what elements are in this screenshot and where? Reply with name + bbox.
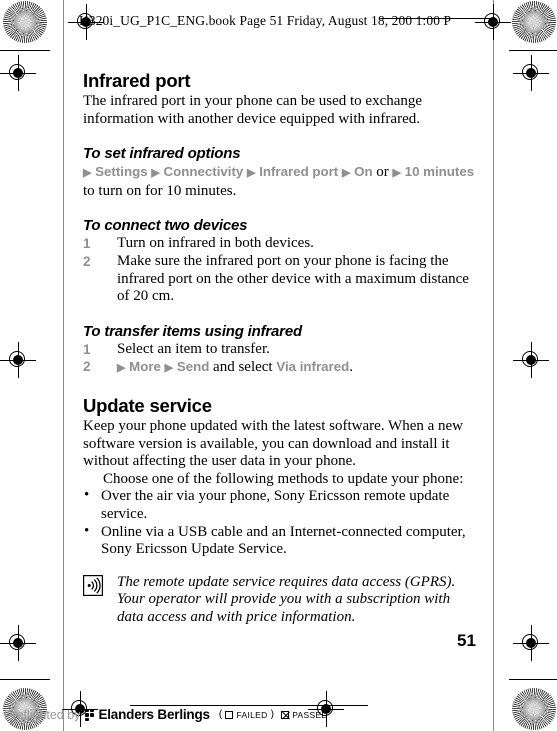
nav-arrow-icon: ▶	[247, 167, 256, 180]
failed-label: FAILED	[236, 709, 268, 720]
preflighted-by-label: Preflighted by	[4, 707, 81, 722]
method-text: Over the air via your phone, Sony Ericss…	[101, 488, 450, 522]
sentence-period: .	[349, 359, 353, 376]
preflight-footer: Preflighted by Elanders Berlings ( FAILE…	[4, 707, 328, 722]
nav-path-item-connectivity: Connectivity	[163, 164, 244, 180]
steps-list-connect-devices: 1 Turn on infrared in both devices. 2 Ma…	[83, 235, 475, 305]
nav-conjunction-or: or	[376, 164, 389, 181]
registration-mark-left-middle	[0, 342, 36, 378]
step-number: 1	[83, 236, 91, 252]
step-text: Turn on infrared in both devices.	[117, 235, 314, 252]
nav-path-item-10-minutes: 10 minutes	[404, 164, 475, 180]
step-number: 1	[83, 341, 91, 357]
nav-path-item-more: More	[129, 359, 161, 375]
nav-arrow-icon: ▶	[83, 167, 92, 180]
set-options-tail-text: to turn on for 10 minutes.	[83, 182, 237, 199]
document-slug-header: K320i_UG_P1C_ENG.book Page 51 Friday, Au…	[79, 13, 452, 28]
nav-arrow-icon: ▶	[392, 167, 401, 180]
note-callout: The remote update service requires data …	[83, 574, 475, 627]
registration-mark-left-upper	[0, 55, 36, 91]
list-item: • Online via a USB cable and an Internet…	[83, 522, 475, 559]
page-number: 51	[457, 631, 476, 650]
nav-arrow-icon: ▶	[341, 167, 351, 180]
nav-path-item-infrared-port: Infrared port	[259, 164, 339, 180]
trim-line-left-vertical	[63, 0, 64, 731]
step-number: 2	[83, 253, 91, 269]
update-intro-paragraph: Keep your phone updated with the latest …	[83, 417, 464, 470]
bullet-icon: •	[84, 487, 90, 504]
list-item: 1 Select an item to transfer.	[83, 341, 475, 359]
nav-path-transfer-items: ▶ More ▶ Send and select Via infrared.	[117, 359, 353, 376]
nav-path-set-infrared-options: ▶ Settings ▶ Connectivity ▶ Infrared por…	[83, 163, 475, 183]
update-methods-list: • Over the air via your phone, Sony Eric…	[83, 487, 475, 559]
section-heading-infrared-port: Infrared port	[83, 70, 191, 91]
trim-line-top-left	[0, 50, 50, 52]
list-item: 2 ▶ More ▶ Send and select Via infrared.	[83, 358, 475, 378]
nav-path-item-settings: Settings	[95, 164, 148, 180]
trim-line-bottom-right	[509, 679, 557, 681]
section-heading-update-service: Update service	[83, 394, 212, 416]
nav-path-item-on: On	[354, 164, 373, 180]
nav-arrow-icon: ▶	[164, 362, 174, 375]
registration-mark-top-right	[475, 4, 511, 40]
step-text: Make sure the infrared port on your phon…	[117, 252, 469, 305]
step-text: Select an item to transfer.	[117, 340, 270, 357]
nav-arrow-icon: ▶	[151, 167, 160, 180]
subheading-to-transfer-items-using-infrared: To transfer items using infrared	[83, 322, 302, 340]
nav-path-item-via-infrared: Via infrared	[276, 359, 350, 375]
trim-line-bottom-left	[0, 679, 50, 681]
subheading-to-set-infrared-options: To set infrared options	[83, 145, 241, 163]
rosette-mark-top-left	[3, 1, 47, 43]
note-text: The remote update service requires data …	[117, 573, 456, 625]
passed-checkbox	[281, 710, 290, 719]
steps-list-transfer-items: 1 Select an item to transfer. 2 ▶ More ▶…	[83, 341, 475, 378]
elanders-logo-icon	[85, 708, 94, 721]
passed-label: PASSED	[292, 709, 328, 720]
paren-open: (	[218, 709, 223, 720]
subheading-to-connect-two-devices: To connect two devices	[83, 217, 248, 235]
nav-arrow-icon: ▶	[117, 362, 126, 375]
trim-line-top-right	[509, 50, 557, 52]
registration-mark-right-middle	[513, 342, 549, 378]
rosette-mark-top-right	[512, 1, 556, 43]
step-number: 2	[83, 359, 91, 375]
list-item: • Over the air via your phone, Sony Eric…	[83, 487, 475, 523]
registration-mark-right-lower	[513, 625, 549, 661]
paren-close: )	[270, 709, 275, 720]
page-content: Infrared port The infrared port in your …	[83, 70, 475, 626]
preflight-status-group: ( FAILED ) PASSED	[219, 709, 328, 720]
trim-line-right-vertical	[493, 0, 494, 731]
infrared-intro-paragraph: The infrared port in your phone can be u…	[83, 93, 423, 127]
method-text: Online via a USB cable and an Internet-c…	[101, 523, 466, 558]
registration-mark-left-lower	[0, 625, 36, 661]
registration-mark-right-upper	[513, 55, 549, 91]
preflight-brand-name: Elanders Berlings	[98, 707, 210, 722]
update-choose-methods-text: Choose one of the following methods to u…	[103, 470, 464, 487]
failed-checkbox	[225, 710, 234, 719]
list-item: 1 Turn on infrared in both devices.	[83, 235, 475, 253]
transmission-waves-icon	[83, 574, 103, 596]
list-item: 2 Make sure the infrared port on your ph…	[83, 253, 475, 306]
nav-path-item-send: Send	[176, 359, 210, 375]
bullet-icon: •	[84, 522, 90, 539]
nav-conjunction-and-select: and select	[213, 359, 273, 376]
rosette-mark-bottom-right	[512, 688, 556, 730]
